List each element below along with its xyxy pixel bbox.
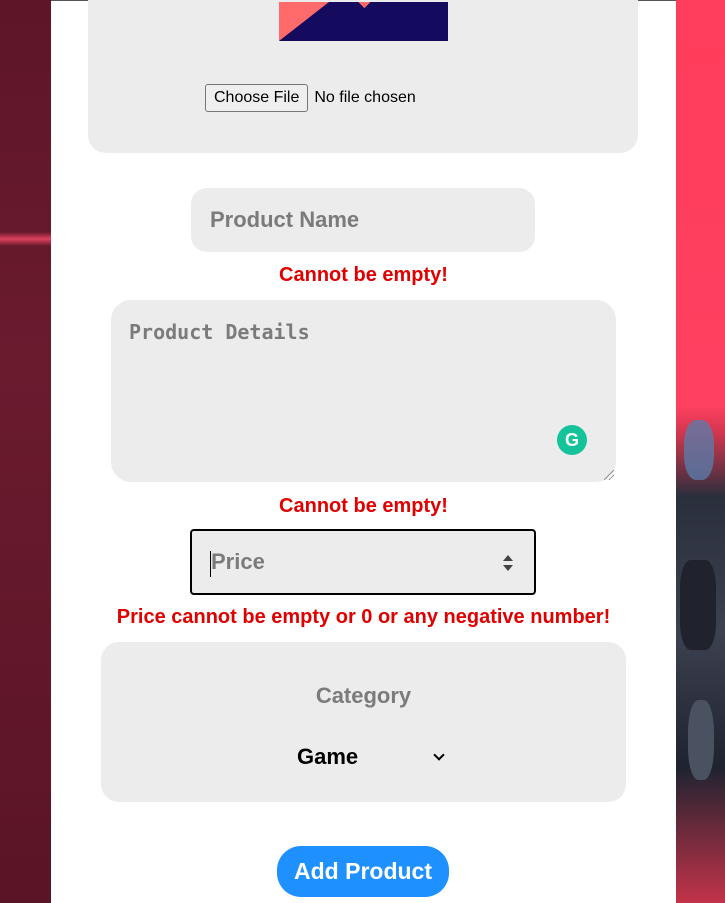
background-shape (680, 560, 716, 650)
product-name-input[interactable]: Product Name (191, 188, 535, 252)
category-selected-value: Game (297, 744, 359, 769)
preview-shape (279, 2, 329, 41)
spinner-up-icon[interactable] (503, 555, 513, 561)
add-product-button[interactable]: Add Product (277, 846, 449, 897)
price-error: Price cannot be empty or 0 or any negati… (116, 606, 611, 628)
price-placeholder: Price (211, 549, 265, 574)
resize-handle-icon[interactable] (604, 470, 614, 480)
spinner-down-icon[interactable] (503, 565, 513, 571)
background-streak (0, 232, 51, 246)
image-upload-card: Choose File No file chosen (88, 0, 638, 153)
background-right (676, 0, 725, 903)
image-preview (279, 2, 448, 41)
category-select[interactable]: Game (297, 742, 447, 772)
number-spinner-icon[interactable] (502, 553, 514, 573)
product-details-placeholder: Product Details (129, 320, 310, 344)
preview-shape (355, 2, 371, 9)
grammarly-icon[interactable]: G (557, 425, 587, 455)
background-shape (688, 700, 714, 780)
file-status: No file chosen (314, 89, 416, 106)
product-details-error: Cannot be empty! (279, 495, 448, 517)
choose-file-button[interactable]: Choose File (205, 84, 309, 112)
category-label: Category (315, 683, 412, 708)
background-left (0, 0, 51, 903)
category-card: Category Game (101, 642, 626, 802)
add-product-form: Choose File No file chosen Product Name … (51, 0, 676, 903)
product-name-error: Cannot be empty! (279, 264, 448, 286)
grammarly-glyph: G (564, 429, 579, 450)
background-shape (684, 420, 714, 480)
product-details-textarea[interactable]: Product Details G (111, 300, 616, 482)
file-input: Choose File No file chosen (205, 84, 416, 112)
product-name-placeholder: Product Name (210, 207, 360, 232)
price-input[interactable]: Price (190, 529, 536, 595)
chevron-down-icon (433, 749, 445, 761)
